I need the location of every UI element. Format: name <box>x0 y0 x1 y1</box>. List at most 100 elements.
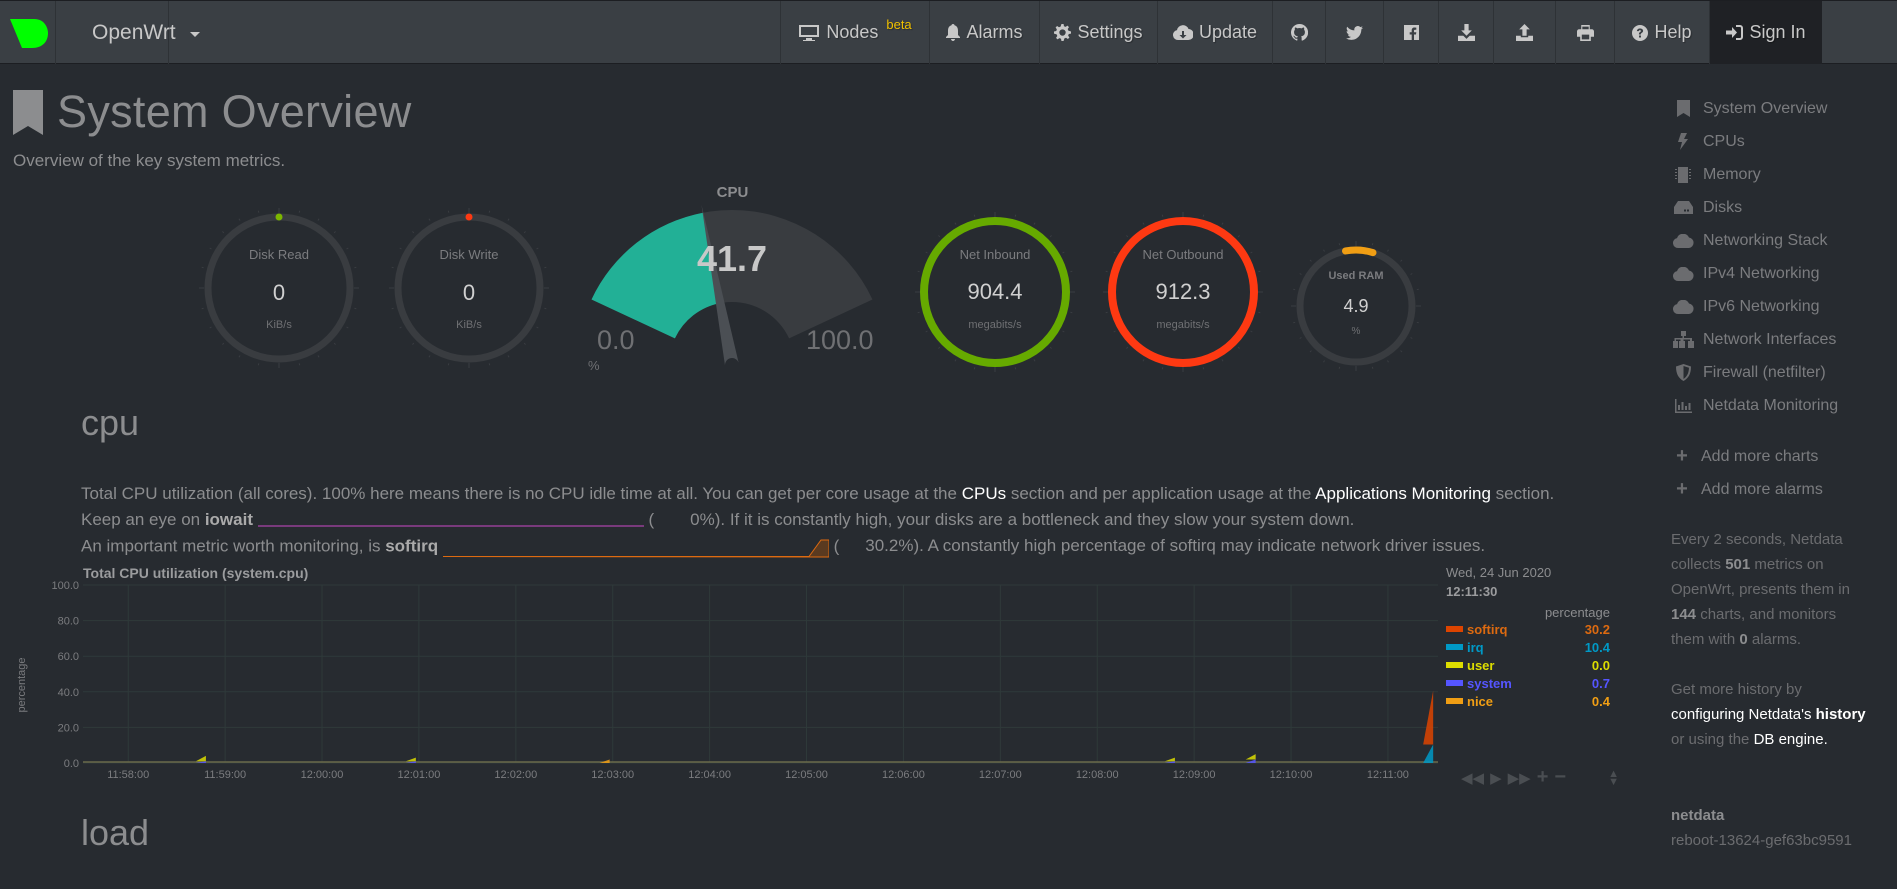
sidebar-item-netdata-monitoring[interactable]: Netdata Monitoring <box>1672 389 1892 422</box>
gauge-tick <box>333 231 336 234</box>
netdata-logo[interactable] <box>0 1 56 64</box>
net-outbound-gauge[interactable]: Net Outbound 912.3 megabits/s <box>1102 211 1264 373</box>
cpu-description-line3: An important metric worth monitoring, is… <box>81 536 1485 558</box>
legend-name: system <box>1467 675 1512 691</box>
twitter-button[interactable] <box>1325 1 1383 64</box>
gauge-tick <box>428 355 431 358</box>
cpu-gauge[interactable]: CPU 41.7 0.0 100.0 % <box>580 180 900 380</box>
download-button[interactable] <box>1438 1 1493 64</box>
pan-right-button[interactable]: ▶▶ <box>1508 769 1531 787</box>
gauge-tick <box>1338 243 1341 246</box>
nodes-button[interactable]: Nodes beta <box>780 1 929 64</box>
softirq-sparkline[interactable] <box>442 536 829 558</box>
cloud-icon <box>1672 299 1694 314</box>
gauge-tick <box>354 307 357 310</box>
cpu-utilization-chart[interactable]: 100.0 80.0 60.0 40.0 20.0 0.0 11:58:00 11:59:0… <box>0 575 1440 785</box>
print-button[interactable] <box>1555 1 1614 64</box>
gauge-tick <box>954 359 957 362</box>
iowait-value: 0%). If it is constantly high, your disk… <box>690 510 1355 529</box>
x-tick-label: 12:11:00 <box>1367 769 1409 781</box>
gauge-tick <box>1416 288 1419 291</box>
x-tick-label: 12:01:00 <box>398 769 441 781</box>
legend-item-user[interactable]: user 0.0 <box>1446 656 1610 674</box>
gauge-tick <box>1237 235 1240 238</box>
hostname-dropdown[interactable]: OpenWrt <box>56 1 200 64</box>
cpus-link[interactable]: CPUs <box>962 484 1006 503</box>
gauge-tick <box>391 307 394 310</box>
sidebar-item-ipv6-networking[interactable]: IPv6 Networking <box>1672 290 1892 323</box>
applications-monitoring-link[interactable]: Applications Monitoring <box>1315 484 1491 503</box>
legend-swatch <box>1446 680 1463 686</box>
iowait-sparkline[interactable] <box>257 514 644 528</box>
sidebar-item-cpus[interactable]: CPUs <box>1672 125 1892 158</box>
help-button[interactable]: Help <box>1614 1 1709 64</box>
used-ram-gauge[interactable]: Used RAM 4.9 % <box>1290 240 1422 372</box>
spike-user <box>405 757 416 762</box>
disk-write-gauge[interactable]: Disk Write 0 KiB/s <box>388 207 550 369</box>
load-section-heading: load <box>81 812 150 853</box>
sidebar-item-firewall[interactable]: Firewall (netfilter) <box>1672 356 1892 389</box>
gauge-tick <box>354 266 357 269</box>
gauge-tick <box>412 342 415 345</box>
zoom-out-button[interactable]: − <box>1554 766 1566 789</box>
gauge-tick <box>238 218 241 221</box>
legend-name: user <box>1467 657 1495 673</box>
net-inbound-gauge[interactable]: Net Inbound 904.4 megabits/s <box>914 211 1076 373</box>
legend-item-irq[interactable]: irq 10.4 <box>1446 638 1610 656</box>
disk-read-gauge[interactable]: Disk Read 0 KiB/s <box>198 207 360 369</box>
settings-button[interactable]: Settings <box>1039 1 1157 64</box>
x-tick-label: 12:07:00 <box>979 769 1022 781</box>
legend-item-system[interactable]: system 0.7 <box>1446 674 1610 692</box>
gauge-fill-arc <box>1342 246 1377 257</box>
sidebar-item-memory[interactable]: Memory <box>1672 158 1892 191</box>
sitemap-icon <box>1672 331 1694 348</box>
gauge-label: Disk Read <box>249 247 309 262</box>
metrics-count: 501 <box>1725 556 1751 573</box>
question-circle-icon <box>1632 24 1649 41</box>
pan-left-button[interactable]: ◀◀ <box>1461 769 1484 787</box>
print-icon <box>1576 24 1594 41</box>
sidebar-item-disks[interactable]: Disks <box>1672 191 1892 224</box>
db-engine-link[interactable]: DB engine <box>1754 731 1824 748</box>
gauge-tick <box>1062 330 1065 333</box>
gauge-tick <box>1126 235 1129 238</box>
gauge-tick <box>1049 346 1052 349</box>
legend-time: 12:11:30 <box>1446 584 1498 599</box>
gauge-value: 912.3 <box>1155 279 1211 304</box>
update-button[interactable]: Update <box>1157 1 1272 64</box>
sidebar-item-ipv4-networking[interactable]: IPv4 Networking <box>1672 257 1892 290</box>
configuring-history-link[interactable]: configuring Netdata's history <box>1671 706 1866 723</box>
gauge-tick <box>1014 367 1017 370</box>
facebook-button[interactable] <box>1383 1 1438 64</box>
sign-in-button[interactable]: Sign In <box>1709 1 1822 64</box>
hostname-label: OpenWrt <box>92 20 176 44</box>
zoom-in-button[interactable]: + <box>1537 766 1549 789</box>
sidebar-item-networking-stack[interactable]: Networking Stack <box>1672 224 1892 257</box>
legend-item-softirq[interactable]: softirq 30.2 <box>1446 620 1610 638</box>
legend-item-nice[interactable]: nice 0.4 <box>1446 692 1610 710</box>
sidebar-item-network-interfaces[interactable]: Network Interfaces <box>1672 323 1892 356</box>
github-button[interactable] <box>1272 1 1325 64</box>
add-more-charts-link[interactable]: + Add more charts <box>1672 440 1892 473</box>
alarms-button[interactable]: Alarms <box>929 1 1039 64</box>
sidebar-stats-info: Every 2 seconds, Netdata collects 501 me… <box>1671 531 1850 648</box>
upload-button[interactable] <box>1493 1 1555 64</box>
legend-swatch <box>1446 626 1463 632</box>
gauge-tick <box>488 210 491 213</box>
add-more-alarms-link[interactable]: + Add more alarms <box>1672 473 1892 506</box>
resize-handle[interactable]: ▲ ▼ <box>1608 768 1619 787</box>
y-tick-label: 40.0 <box>58 687 79 699</box>
gauge-tick <box>201 266 204 269</box>
gauge-min: 0.0 <box>597 325 635 355</box>
play-button[interactable]: ▶ <box>1490 769 1502 787</box>
sidebar-item-system-overview[interactable]: System Overview <box>1672 92 1892 125</box>
bookmark-icon <box>1676 100 1690 117</box>
gauge-unit: megabits/s <box>1156 319 1210 331</box>
legend-value: 10.4 <box>1584 639 1610 655</box>
bolt-icon <box>1678 133 1688 150</box>
gauge-tick <box>447 210 450 213</box>
gauge-tick <box>1105 270 1108 273</box>
gauge-tick <box>1416 321 1419 324</box>
gauge-tick <box>1309 350 1312 353</box>
gauge-tick <box>917 311 920 314</box>
